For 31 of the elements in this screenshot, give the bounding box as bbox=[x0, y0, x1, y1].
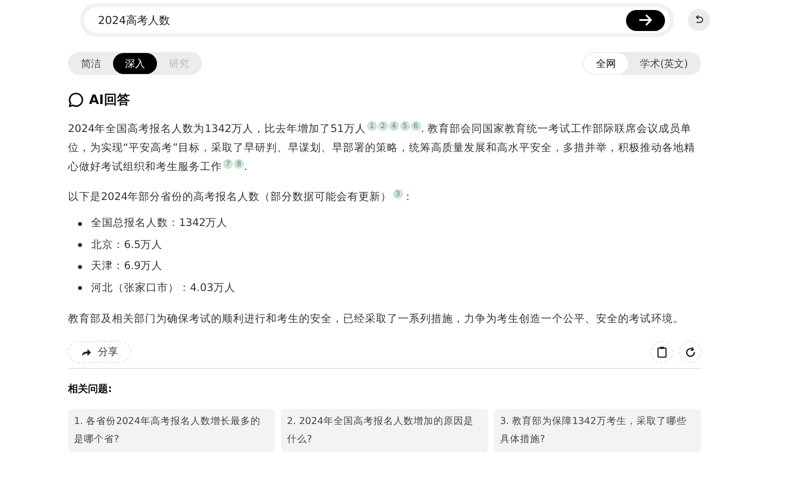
conclusion-text: 教育部及相关部门为确保考试的顺利进行和考生的安全，已经采取了一系列措施，力争为考生创造一个公平、安全的考试环境。 bbox=[68, 312, 685, 327]
bullet-item: 北京：6.5万人 bbox=[91, 238, 163, 252]
refresh-button[interactable] bbox=[679, 341, 701, 363]
search-bar[interactable]: 2024高考人数 bbox=[84, 7, 670, 33]
arrow-icon bbox=[638, 14, 652, 26]
chat-bubble-icon bbox=[68, 92, 84, 108]
share-button[interactable]: 分享 bbox=[68, 341, 131, 363]
scope-tab[interactable]: 学术(英文) bbox=[628, 53, 700, 74]
bullet-dot-icon bbox=[78, 264, 82, 269]
bullet-dot-icon bbox=[78, 222, 82, 226]
share-arrow-icon bbox=[81, 348, 92, 356]
bullet-item: 河北（张家口市）：4.03万人 bbox=[91, 280, 236, 296]
mode-tab[interactable]: 简洁 bbox=[69, 53, 113, 74]
undo-button[interactable] bbox=[688, 9, 710, 31]
refresh-icon bbox=[684, 346, 696, 358]
bullet-dot-icon bbox=[78, 286, 82, 290]
related-question[interactable]: 2. 2024年全国高考报名人数增加的原因是什么? bbox=[281, 409, 488, 452]
submit-button[interactable] bbox=[626, 10, 665, 30]
copy-button[interactable] bbox=[651, 341, 673, 363]
undo-icon bbox=[694, 15, 704, 25]
bullet-dot-icon bbox=[78, 243, 82, 248]
answer-title: AI回答 bbox=[89, 92, 130, 109]
clipboard-icon bbox=[657, 346, 667, 358]
bullet-item: 天津：6.9万人 bbox=[91, 259, 163, 274]
bullet-item: 全国总报名人数：1342万人 bbox=[91, 216, 228, 231]
related-question[interactable]: 1. 各省份2024年高考报名人数增长最多的是哪个省? bbox=[68, 409, 275, 452]
related-title: 相关问题: bbox=[68, 382, 113, 396]
mode-tab[interactable]: 深入 bbox=[113, 53, 157, 74]
related-question[interactable]: 3. 教育部为保障1342万考生，采取了哪些具体措施? bbox=[494, 409, 701, 452]
search-field[interactable]: 2024高考人数 bbox=[96, 12, 626, 28]
scope-tab[interactable]: 全网 bbox=[584, 53, 628, 74]
